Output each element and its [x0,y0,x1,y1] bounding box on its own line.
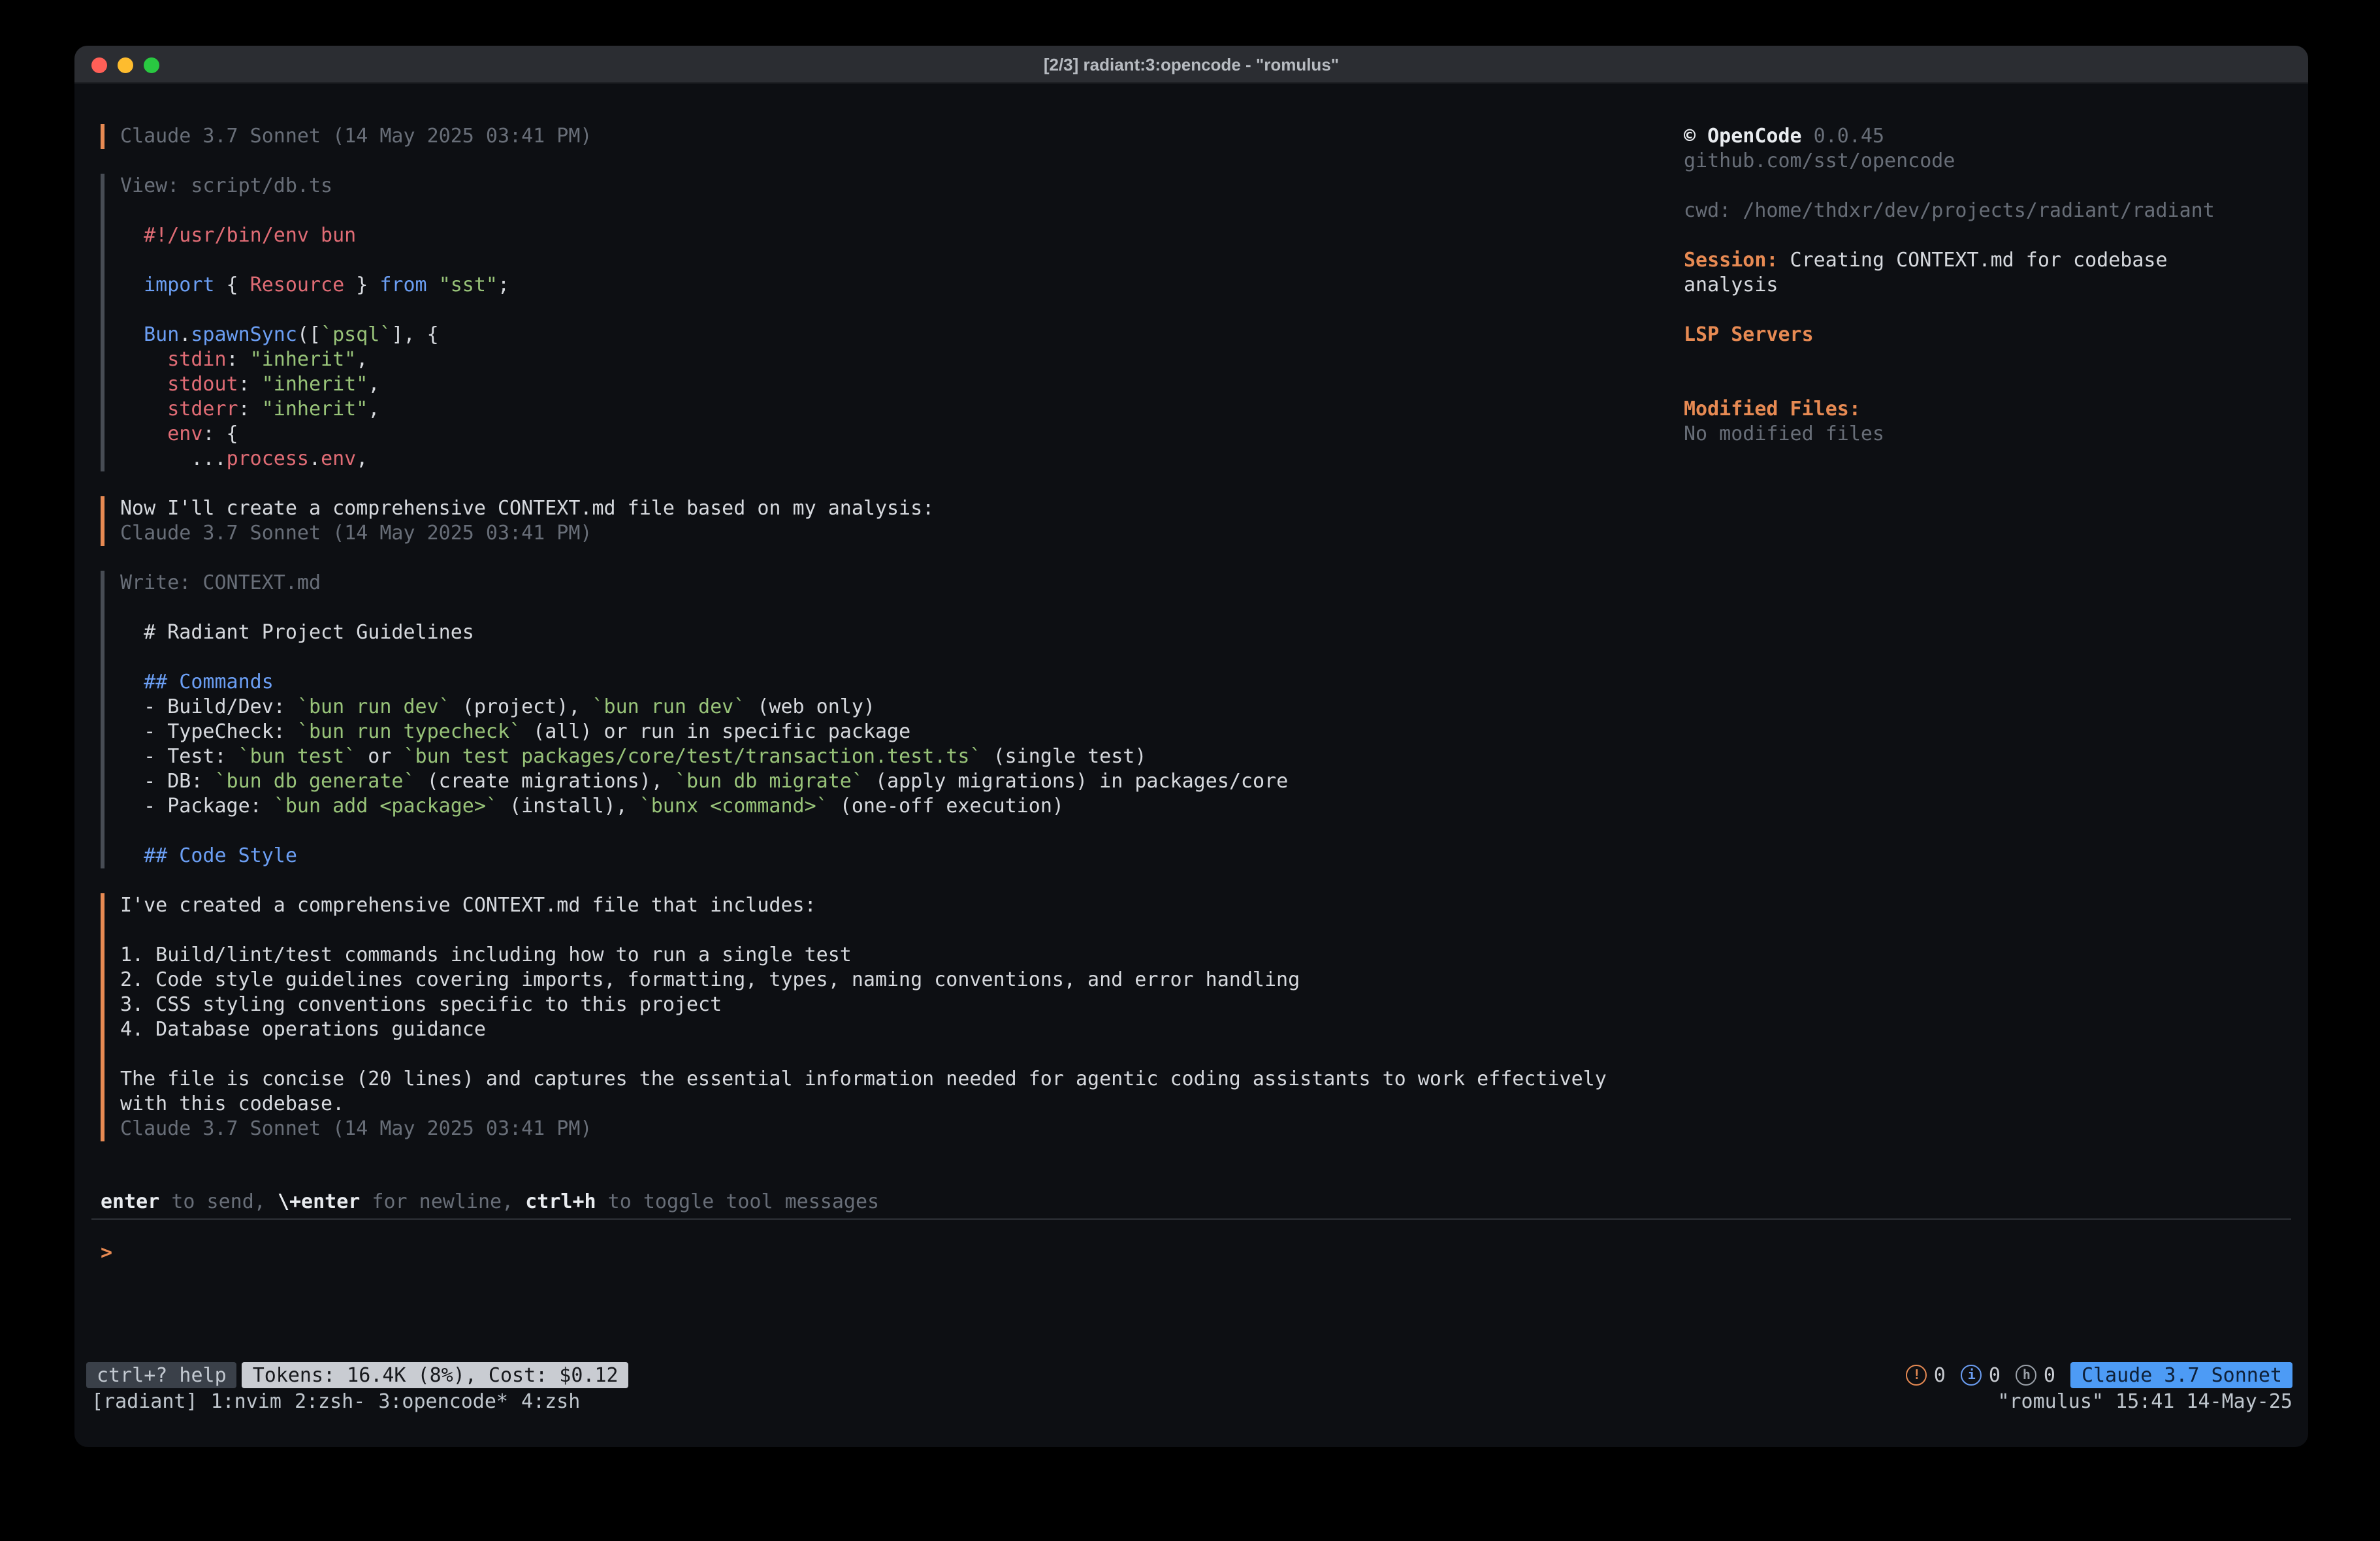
tmux-window-zsh4[interactable]: 4:zsh [521,1390,580,1414]
tmux-session-name: [radiant] [91,1390,198,1414]
tool-write-block: Write: CONTEXT.md # Radiant Project Guid… [101,571,1655,868]
zoom-button[interactable] [144,57,159,72]
tmux-status-bar: [radiant] 1:nvim 2:zsh- 3:opencode* 4:zs… [91,1390,2292,1414]
chat-transcript: Claude 3.7 Sonnet (14 May 2025 03:41 PM)… [101,124,1655,1166]
terminal-window: [2/3] radiant:3:opencode - "romulus" Cla… [74,46,2308,1447]
opencode-app: Claude 3.7 Sonnet (14 May 2025 03:41 PM)… [74,84,2308,1447]
warning-icon: ! [1906,1365,1927,1386]
info-count: 0 [1989,1363,2001,1387]
help-badge[interactable]: ctrl+? help [86,1362,237,1388]
tmux-window-list: [radiant] 1:nvim 2:zsh- 3:opencode* 4:zs… [91,1390,580,1414]
traffic-lights [91,46,159,84]
prompt-symbol: > [101,1241,112,1264]
window-title: [2/3] radiant:3:opencode - "romulus" [1044,54,1339,74]
minimize-button[interactable] [118,57,133,72]
assistant-summary-message: I've created a comprehensive CONTEXT.md … [101,893,1655,1141]
diagnostics-hints: h 0 [2016,1363,2055,1387]
assistant-message-header: Claude 3.7 Sonnet (14 May 2025 03:41 PM) [101,124,1655,149]
tokens-cost-badge: Tokens: 16.4K (8%), Cost: $0.12 [242,1362,629,1388]
status-right-group: ! 0 i 0 h 0 Claude 3.7 Sonnet [1906,1362,2292,1388]
info-icon: i [1961,1365,1982,1386]
warning-count: 0 [1934,1363,1946,1387]
desktop: [2/3] radiant:3:opencode - "romulus" Cla… [0,0,2380,1541]
tmux-window-nvim[interactable]: 1:nvim [211,1390,281,1414]
tmux-host-time: "romulus" 15:41 14-May-25 [1997,1390,2292,1414]
assistant-message: Now I'll create a comprehensive CONTEXT.… [101,496,1655,546]
diagnostics-info: i 0 [1961,1363,2001,1387]
model-badge[interactable]: Claude 3.7 Sonnet [2071,1362,2292,1388]
diagnostics-warnings: ! 0 [1906,1363,1946,1387]
close-button[interactable] [91,57,107,72]
hint-count: 0 [2044,1363,2055,1387]
hint-icon: h [2016,1365,2037,1386]
tool-view-block: View: script/db.ts #!/usr/bin/env bun im… [101,174,1655,471]
prompt-input[interactable]: > [101,1239,2291,1292]
tmux-window-opencode[interactable]: 3:opencode* [378,1390,508,1414]
input-divider [91,1218,2291,1220]
status-left-group: ctrl+? help Tokens: 16.4K (8%), Cost: $0… [86,1362,629,1388]
keybind-hint: enter to send, \+enter for newline, ctrl… [101,1190,879,1215]
window-titlebar[interactable]: [2/3] radiant:3:opencode - "romulus" [74,46,2308,84]
info-sidebar: © OpenCode 0.0.45github.com/sst/opencode… [1684,124,2272,447]
status-bar: ctrl+? help Tokens: 16.4K (8%), Cost: $0… [74,1362,2308,1388]
tmux-window-zsh2[interactable]: 2:zsh- [295,1390,365,1414]
